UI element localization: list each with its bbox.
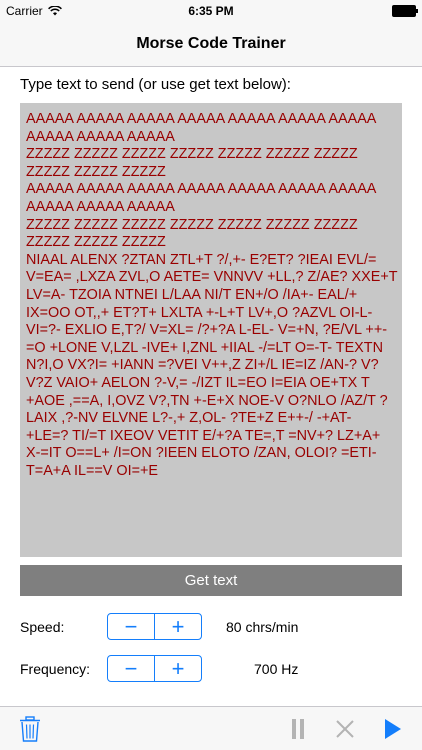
text-prompt-label: Type text to send (or use get text below…	[20, 76, 291, 93]
trash-icon	[20, 716, 40, 742]
pause-button[interactable]	[284, 715, 312, 743]
frequency-value: 700 Hz	[254, 661, 299, 677]
message-text-area[interactable]: AAAAA AAAAA AAAAA AAAAA AAAAA AAAAA AAAA…	[20, 103, 402, 557]
get-text-button[interactable]: Get text	[20, 565, 402, 596]
status-time: 6:35 PM	[188, 4, 234, 18]
frequency-label: Frequency:	[20, 661, 91, 677]
navigation-bar: Morse Code Trainer	[0, 22, 422, 67]
trash-button[interactable]	[16, 715, 44, 743]
frequency-stepper: − +	[107, 655, 202, 682]
play-icon	[385, 719, 401, 739]
app-screen: Carrier 6:35 PM Morse Code Trainer Type …	[0, 0, 422, 750]
frequency-decrement-button[interactable]: −	[108, 656, 154, 681]
bottom-toolbar	[0, 706, 422, 750]
battery-icon	[392, 5, 418, 17]
page-title: Morse Code Trainer	[136, 35, 286, 52]
battery-group	[392, 5, 418, 17]
frequency-increment-button[interactable]: +	[155, 656, 201, 681]
speed-stepper: − +	[107, 613, 202, 640]
play-button[interactable]	[379, 715, 407, 743]
speed-value: 80 chrs/min	[226, 619, 299, 635]
close-icon	[336, 720, 354, 738]
speed-decrement-button[interactable]: −	[108, 614, 154, 639]
status-bar: Carrier 6:35 PM	[0, 0, 422, 22]
speed-label: Speed:	[20, 619, 65, 635]
speed-increment-button[interactable]: +	[155, 614, 201, 639]
pause-icon	[292, 719, 304, 739]
stop-button[interactable]	[331, 715, 359, 743]
